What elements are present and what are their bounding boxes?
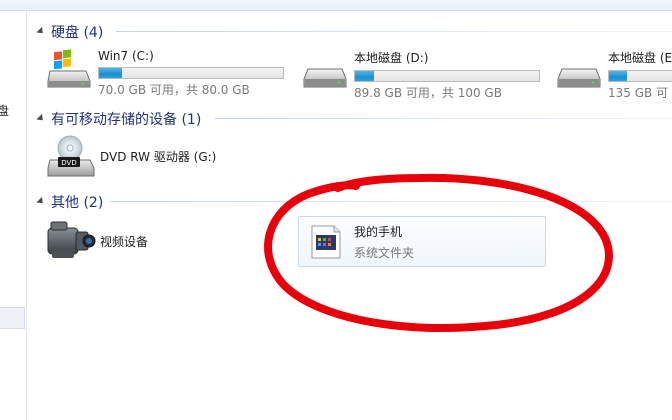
drive-d[interactable]: 本地磁盘 (D:) 89.8 GB 可用，共 100 GB	[302, 47, 540, 101]
drive-name: 本地磁盘 (D:)	[354, 51, 429, 65]
group-divider	[116, 31, 672, 32]
device-name: DVD RW 驱动器 (G:)	[100, 149, 217, 164]
video-device[interactable]: 视频设备	[46, 220, 148, 262]
video-camera-icon	[47, 221, 96, 258]
drive-e[interactable]: 本地磁盘 (E 135 GB 可	[556, 47, 672, 101]
my-phone-item[interactable]: 我的手机 系统文件夹	[298, 216, 546, 267]
device-type-text: 系统文件夹	[354, 245, 415, 260]
hard-drive-icon	[303, 68, 347, 88]
drive-c[interactable]: Win7 (C:) 70.0 GB 可用，共 80.0 GB	[46, 47, 284, 98]
drive-usage-fill	[609, 71, 628, 81]
drive-capacity-text: 89.8 GB 可用，共 100 GB	[354, 86, 502, 100]
drive-capacity-text: 135 GB 可	[608, 86, 669, 100]
drive-capacity-text: 70.0 GB 可用，共 80.0 GB	[98, 83, 250, 97]
dvd-drive[interactable]: DVD DVD RW 驱动器 (G:)	[46, 134, 216, 178]
drive-name: Win7 (C:)	[98, 49, 154, 63]
group-header-other[interactable]: 其他 (2)	[36, 192, 104, 212]
drive-usage-fill	[355, 71, 374, 81]
navigation-pane: 盘	[0, 11, 27, 420]
group-divider	[215, 118, 672, 119]
group-header-hard-disks[interactable]: 硬盘 (4)	[36, 22, 104, 42]
group-title: 其他 (2)	[51, 195, 104, 211]
windows-drive-icon	[47, 49, 91, 88]
drive-usage-bar	[608, 70, 672, 82]
system-folder-icon	[311, 225, 341, 258]
drive-usage-bar	[354, 70, 540, 82]
group-header-removable[interactable]: 有可移动存储的设备 (1)	[36, 109, 202, 129]
group-title: 硬盘 (4)	[51, 25, 104, 41]
hard-drive-icon	[557, 68, 601, 88]
collapse-triangle-icon[interactable]	[36, 26, 46, 36]
nav-item-selected[interactable]	[0, 307, 25, 329]
drive-usage-bar	[98, 67, 284, 79]
device-name: 视频设备	[100, 234, 149, 249]
collapse-triangle-icon[interactable]	[36, 113, 46, 123]
nav-item-partial-label[interactable]: 盘	[0, 102, 9, 119]
drive-usage-fill	[99, 68, 122, 78]
dvd-badge-label: DVD	[61, 159, 76, 167]
group-divider	[110, 201, 672, 202]
group-title: 有可移动存储的设备 (1)	[51, 112, 202, 128]
window-top-bar	[0, 0, 672, 11]
dvd-drive-icon: DVD	[47, 135, 95, 177]
collapse-triangle-icon[interactable]	[36, 196, 46, 206]
drive-name: 本地磁盘 (E	[608, 51, 672, 65]
device-name: 我的手机	[354, 224, 403, 239]
